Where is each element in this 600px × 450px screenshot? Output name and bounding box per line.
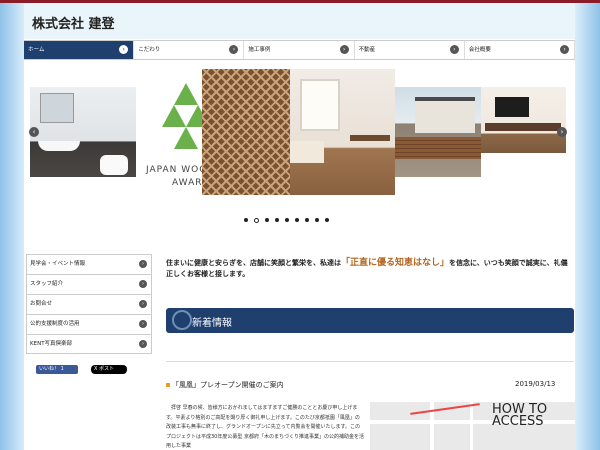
phone-icon: [172, 310, 192, 330]
news-entry-title-text: 「風凰」プレオープン開催のご案内: [172, 381, 284, 389]
sink-shape: [38, 141, 80, 151]
divider: [166, 361, 574, 362]
slider-dot[interactable]: [244, 218, 248, 222]
lattice-screen-shape: [202, 69, 290, 195]
map-caption: HOW TO ACCESS: [492, 403, 547, 429]
nav-item-home[interactable]: ホーム ›: [24, 41, 135, 59]
sidebar-item-subsidy[interactable]: 公的支援制度の活用 ›: [26, 314, 152, 334]
slider-dot[interactable]: [265, 218, 269, 222]
house-shape: [415, 97, 475, 133]
news-entry-title[interactable]: 「風凰」プレオープン開催のご案内: [166, 380, 284, 390]
image-slider[interactable]: JAPAN WOO AWARD ‹ ›: [24, 65, 575, 205]
page-container: 株式会社 建登 ホーム › こだわり › 施工事例 › 不動産 › 会社概要 ›: [24, 3, 576, 450]
slider-dots: [244, 218, 329, 223]
sidebar-item-events[interactable]: 見学会・イベント情報 ›: [26, 254, 152, 274]
sidebar-item-label: 公的支援制度の活用: [30, 321, 80, 327]
award-text: AWARD: [172, 178, 206, 188]
nav-item-label: ホーム: [28, 47, 45, 53]
bed-shape: [290, 141, 324, 163]
intro-highlight: 「正直に優る知恵はなし」: [341, 258, 450, 268]
site-title[interactable]: 株式会社 建登: [32, 13, 115, 32]
slide-interior-image[interactable]: [202, 69, 395, 195]
slide-exterior-image[interactable]: [395, 87, 481, 177]
slide-bathroom-image[interactable]: [30, 87, 136, 177]
prev-arrow-icon[interactable]: ‹: [29, 127, 39, 137]
chevron-right-icon: ›: [139, 320, 147, 328]
award-logo-icon: [174, 83, 198, 105]
nav-item-realestate[interactable]: 不動産 ›: [355, 41, 465, 59]
news-entry-body: 拝啓 早春の候、皆様方におかれましてはますますご健勝のこととお慶び申し上げます。…: [166, 405, 364, 449]
sidebar-item-label: お問合せ: [30, 301, 53, 307]
chevron-right-icon: ›: [449, 45, 459, 54]
chevron-right-icon: ›: [139, 340, 147, 348]
slider-dot[interactable]: [254, 218, 259, 223]
sidebar-item-label: KENT写真倶楽部: [30, 341, 73, 347]
tv-shape: [495, 97, 529, 117]
nav-item-kodawari[interactable]: こだわり ›: [134, 41, 245, 59]
award-text: JAPAN WOO: [146, 165, 206, 175]
news-title: 新着情報: [192, 318, 232, 329]
intro-text: 住まいに健康と安らぎを、店舗に笑顔と繁栄を、私達は: [166, 259, 341, 267]
chevron-right-icon: ›: [139, 260, 147, 268]
intro-message: 住まいに健康と安らぎを、店舗に笑顔と繁栄を、私達は「正直に優る知恵はなし」を信念…: [166, 258, 572, 280]
nav-item-label: 施工事例: [248, 47, 271, 53]
chevron-right-icon: ›: [139, 280, 147, 288]
toilet-shape: [100, 155, 128, 175]
map-caption-line: ACCESS: [492, 414, 544, 429]
facebook-like-button[interactable]: いいね！ 1: [36, 365, 78, 374]
slider-dot[interactable]: [305, 218, 309, 222]
slide-award-logo[interactable]: JAPAN WOO AWARD: [136, 77, 206, 189]
slider-dot[interactable]: [295, 218, 299, 222]
site-header: 株式会社 建登: [24, 3, 575, 39]
sidebar-item-photo-club[interactable]: KENT写真倶楽部 ›: [26, 334, 152, 354]
slider-dot[interactable]: [325, 218, 329, 222]
slider-dot[interactable]: [285, 218, 289, 222]
nav-item-company[interactable]: 会社概要 ›: [465, 41, 576, 59]
sidebar-item-label: 見学会・イベント情報: [30, 261, 86, 267]
next-arrow-icon[interactable]: ›: [557, 127, 567, 137]
chevron-right-icon: ›: [560, 45, 570, 54]
award-logo-icon: [174, 127, 198, 149]
news-header-bar: 新着情報: [166, 308, 574, 333]
x-post-button[interactable]: X ポスト: [91, 365, 127, 374]
access-map-image[interactable]: HOW TO ACCESS: [370, 402, 575, 450]
slider-dot[interactable]: [315, 218, 319, 222]
slider-dot[interactable]: [275, 218, 279, 222]
sidebar-item-label: スタッフ紹介: [30, 281, 64, 287]
nav-item-works[interactable]: 施工事例 ›: [244, 41, 355, 59]
news-entry-date: 2019/03/13: [515, 380, 556, 388]
chevron-right-icon: ›: [119, 45, 129, 54]
map-road: [470, 402, 473, 450]
slide-living-image[interactable]: [481, 87, 566, 153]
fence-shape: [395, 137, 481, 159]
bullet-square-icon: [166, 383, 170, 387]
chevron-right-icon: ›: [229, 45, 239, 54]
nav-item-label: 不動産: [358, 47, 376, 53]
window-shape: [300, 79, 340, 131]
room-shape: [290, 69, 395, 195]
main-nav: ホーム › こだわり › 施工事例 › 不動産 › 会社概要 ›: [24, 40, 576, 60]
chevron-right-icon: ›: [139, 300, 147, 308]
cabinet-shape: [485, 123, 561, 131]
sidebar-item-contact[interactable]: お問合せ ›: [26, 294, 152, 314]
award-logo-icon: [162, 105, 186, 127]
desk-shape: [350, 135, 390, 141]
chevron-right-icon: ›: [339, 45, 349, 54]
nav-item-label: こだわり: [138, 47, 161, 53]
sidebar-item-staff[interactable]: スタッフ紹介 ›: [26, 274, 152, 294]
sidebar-menu: 見学会・イベント情報 › スタッフ紹介 › お問合せ › 公的支援制度の活用 ›…: [26, 254, 152, 354]
mirror-shape: [40, 93, 74, 123]
nav-item-label: 会社概要: [468, 47, 491, 53]
